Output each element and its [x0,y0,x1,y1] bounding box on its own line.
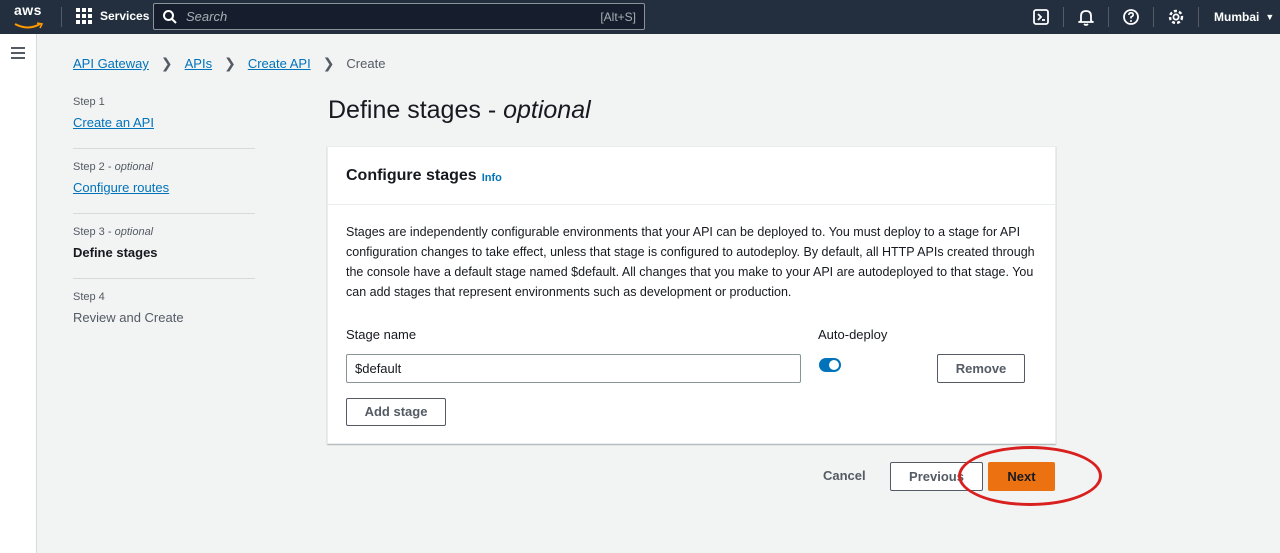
wizard-steps: Step 1 Create an API Step 2 - optional C… [73,94,255,353]
panel-header: Configure stages Info [328,147,1055,205]
step-link-configure-routes[interactable]: Configure routes [73,180,169,195]
step-review-and-create: Review and Create [73,310,184,325]
top-navigation: aws Services Search [Alt+S] Mumbai ▼ [0,0,1280,34]
step-number: Step 3 - optional [73,226,154,238]
grid-icon [76,8,92,24]
aws-smile-icon [14,22,44,29]
step-number: Step 1 [73,96,105,108]
breadcrumb-api-gateway[interactable]: API Gateway [73,56,149,71]
region-label: Mumbai [1214,10,1260,24]
cloudshell-icon[interactable] [1031,7,1051,27]
add-stage-button[interactable]: Add stage [346,398,446,426]
wizard-step-3: Step 3 - optional Define stages [73,224,255,279]
region-selector[interactable]: Mumbai ▼ [1214,10,1274,24]
step-number: Step 4 [73,291,105,303]
aws-logo[interactable]: aws [14,3,48,31]
breadcrumb-current: Create [346,56,386,71]
nav-divider [1063,7,1064,27]
info-link[interactable]: Info [482,172,502,184]
caret-down-icon: ▼ [1265,12,1275,22]
stages-description: Stages are independently configurable en… [346,225,1035,299]
stage-name-label: Stage name [346,327,417,342]
previous-button[interactable]: Previous [890,462,983,491]
side-navigation-rail [0,34,37,553]
aws-logo-text: aws [14,2,42,18]
auto-deploy-toggle[interactable] [819,358,841,372]
nav-divider [1153,7,1154,27]
configure-stages-panel: Configure stages Info Stages are indepen… [327,146,1056,444]
bell-icon[interactable] [1076,7,1096,27]
search-shortcut: [Alt+S] [600,9,636,24]
nav-divider [61,7,62,27]
remove-stage-button[interactable]: Remove [937,354,1025,383]
wizard-step-4: Step 4 Review and Create [73,289,255,343]
search-input[interactable]: Search [Alt+S] [153,3,645,30]
hamburger-menu-icon[interactable] [11,47,25,59]
chevron-right-icon: ❯ [224,55,236,71]
chevron-right-icon: ❯ [322,55,335,71]
wizard-step-1: Step 1 Create an API [73,94,255,149]
panel-heading: Configure stages [346,166,477,184]
step-link-create-api[interactable]: Create an API [73,115,154,130]
panel-body: Stages are independently configurable en… [328,205,1055,319]
nav-divider [1108,7,1109,27]
breadcrumb: API Gateway ❯ APIs ❯ Create API ❯ Create [73,55,385,72]
breadcrumb-apis[interactable]: APIs [185,56,212,71]
step-current-define-stages: Define stages [73,245,158,260]
step-number: Step 2 - optional [73,161,154,173]
next-button[interactable]: Next [988,462,1055,491]
nav-divider [1198,7,1199,27]
cancel-button[interactable]: Cancel [823,468,866,483]
breadcrumb-create-api[interactable]: Create API [248,56,311,71]
search-icon [163,9,177,24]
search-placeholder: Search [186,9,228,24]
gear-icon[interactable] [1166,7,1186,27]
auto-deploy-label: Auto-deploy [818,327,888,342]
services-label: Services [100,9,150,23]
services-menu-button[interactable]: Services [76,8,149,24]
page-title: Define stages - optional [328,96,591,124]
wizard-step-2: Step 2 - optional Configure routes [73,159,255,214]
stage-name-input[interactable]: $default [346,354,801,383]
chevron-right-icon: ❯ [160,55,173,71]
help-icon[interactable] [1121,7,1141,27]
